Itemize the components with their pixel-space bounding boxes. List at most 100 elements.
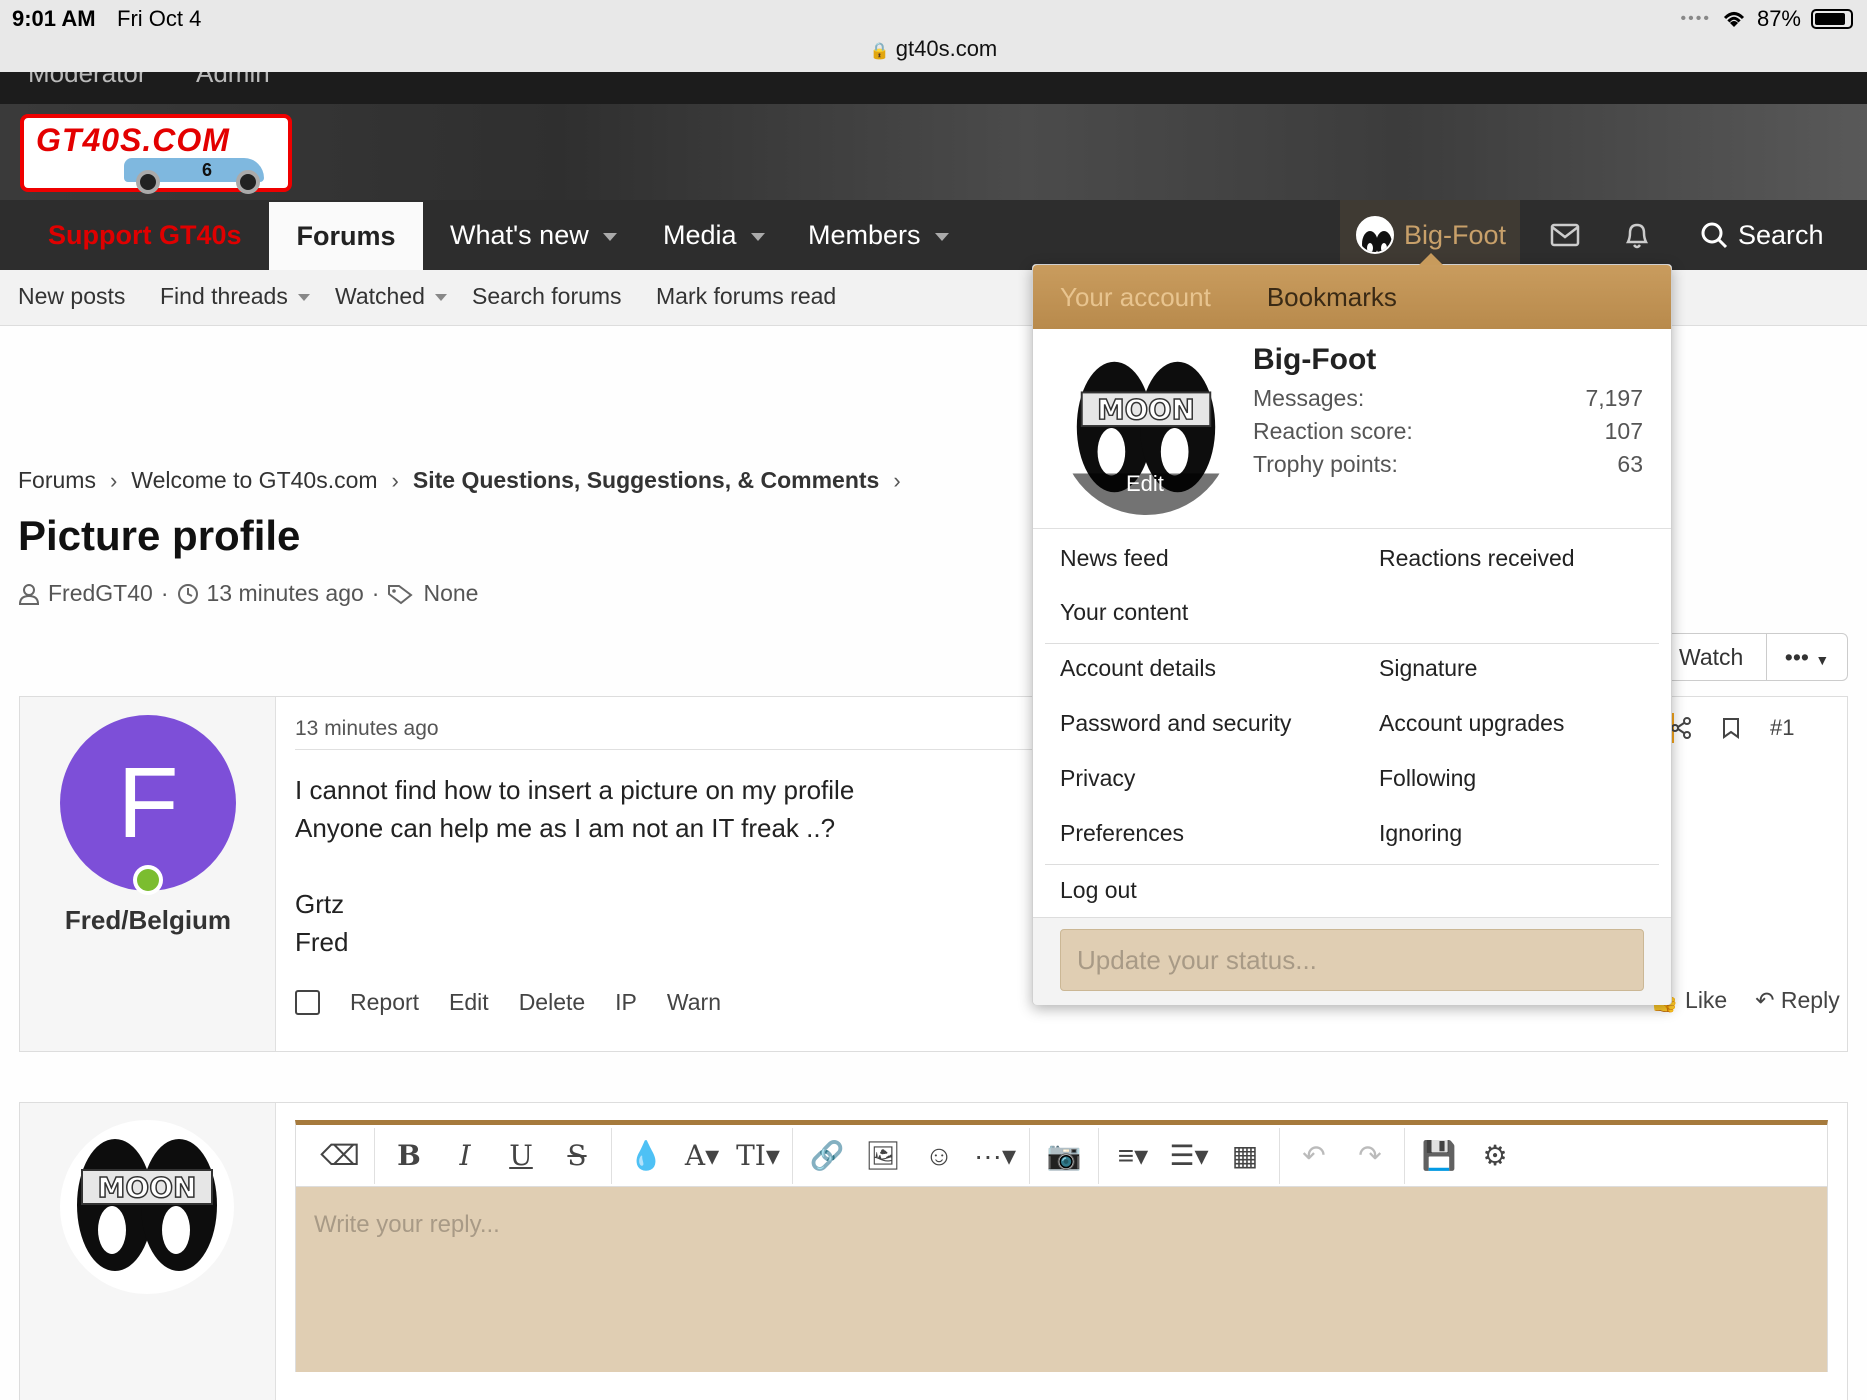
link-signature[interactable]: Signature	[1379, 655, 1477, 682]
status-right: •••• 87%	[1681, 6, 1853, 32]
breadcrumb-site-questions[interactable]: Site Questions, Suggestions, & Comments	[413, 467, 879, 494]
tab-your-account[interactable]: Your account	[1060, 282, 1211, 313]
camera-icon[interactable]: 📷	[1036, 1139, 1092, 1172]
link-privacy[interactable]: Privacy	[1060, 765, 1135, 792]
warn-link[interactable]: Warn	[667, 989, 721, 1016]
undo-icon[interactable]: ↶	[1286, 1139, 1342, 1172]
link-preferences[interactable]: Preferences	[1060, 820, 1184, 847]
thread-tags[interactable]: None	[423, 580, 478, 607]
share-icon[interactable]	[1670, 717, 1692, 739]
link-following[interactable]: Following	[1379, 765, 1476, 792]
post-footer-actions: 👍 Like ↶ Reply	[1650, 987, 1840, 1014]
rich-text-editor: ⌫ B I U S 💧 A▾ TI▾ 🔗 🖼 ☺ ···▾ 📷 ≡▾ ☰▾ ▦ …	[295, 1120, 1828, 1372]
post-username[interactable]: Fred/Belgium	[20, 905, 276, 936]
account-username[interactable]: Big-Foot	[1253, 343, 1376, 377]
avatar[interactable]: MOON	[60, 1120, 234, 1294]
breadcrumb-forums[interactable]: Forums	[18, 467, 96, 494]
bookmark-icon[interactable]	[1722, 717, 1740, 739]
font-family-icon[interactable]: A▾	[674, 1139, 730, 1172]
stat-reaction-value[interactable]: 107	[1605, 418, 1643, 445]
alerts-button[interactable]	[1602, 200, 1672, 270]
thread-more-button[interactable]: ••• ▼	[1766, 633, 1848, 681]
select-post-checkbox[interactable]	[295, 990, 320, 1015]
smiley-icon[interactable]: ☺	[911, 1140, 967, 1172]
chevron-down-icon[interactable]	[750, 232, 765, 241]
ip-link[interactable]: IP	[615, 989, 637, 1016]
divider	[1045, 864, 1659, 865]
chevron-down-icon[interactable]	[297, 294, 310, 302]
stat-trophy-value[interactable]: 63	[1617, 451, 1643, 478]
delete-link[interactable]: Delete	[519, 989, 585, 1016]
chevron-down-icon[interactable]	[934, 232, 949, 241]
color-drop-icon[interactable]: 💧	[618, 1139, 674, 1172]
eraser-icon[interactable]: ⌫	[312, 1139, 368, 1172]
more-options-icon[interactable]: ···▾	[967, 1139, 1023, 1172]
staff-moderator[interactable]: Moderator	[28, 72, 147, 89]
reply-arrow-icon: ↶	[1755, 987, 1775, 1013]
divider	[1279, 1127, 1280, 1184]
report-link[interactable]: Report	[350, 989, 419, 1016]
status-bar: 9:01 AM Fri Oct 4 •••• 87% 🔒 gt40s.com	[0, 0, 1867, 72]
link-your-content[interactable]: Your content	[1060, 599, 1188, 626]
link-password-security[interactable]: Password and security	[1060, 710, 1291, 737]
status-input[interactable]: Update your status...	[1060, 929, 1644, 991]
nav-support[interactable]: Support GT40s	[48, 200, 242, 270]
search-button[interactable]: Search	[1700, 200, 1824, 270]
post-date[interactable]: 13 minutes ago	[295, 717, 439, 741]
subnav-find-threads[interactable]: Find threads	[160, 283, 310, 310]
italic-icon[interactable]: I	[437, 1139, 493, 1172]
lock-icon: 🔒	[869, 43, 890, 60]
staff-admin[interactable]: Admin	[196, 72, 270, 89]
link-reactions-received[interactable]: Reactions received	[1379, 545, 1575, 572]
link-log-out[interactable]: Log out	[1060, 877, 1137, 904]
conversations-button[interactable]	[1530, 200, 1600, 270]
edit-link[interactable]: Edit	[449, 989, 489, 1016]
link-account-details[interactable]: Account details	[1060, 655, 1216, 682]
link-icon[interactable]: 🔗	[799, 1139, 855, 1172]
post-body: I cannot find how to insert a picture on…	[295, 775, 855, 957]
chevron-down-icon[interactable]	[434, 294, 447, 302]
chevron-right-icon: ›	[893, 467, 901, 493]
save-draft-icon[interactable]: 💾	[1411, 1139, 1467, 1172]
breadcrumb-welcome[interactable]: Welcome to GT40s.com	[131, 467, 377, 494]
editor-toolbar: ⌫ B I U S 💧 A▾ TI▾ 🔗 🖼 ☺ ···▾ 📷 ≡▾ ☰▾ ▦ …	[296, 1125, 1827, 1187]
table-icon[interactable]: ▦	[1217, 1139, 1273, 1172]
subnav-mark-read[interactable]: Mark forums read	[656, 283, 836, 310]
link-ignoring[interactable]: Ignoring	[1379, 820, 1462, 847]
image-icon[interactable]: 🖼	[855, 1139, 911, 1172]
link-account-upgrades[interactable]: Account upgrades	[1379, 710, 1564, 737]
chevron-down-icon[interactable]	[602, 232, 617, 241]
avatar[interactable]: MOON Edit	[1060, 343, 1232, 515]
thread-author[interactable]: FredGT40	[48, 580, 153, 607]
underline-icon[interactable]: U	[493, 1139, 549, 1172]
search-label: Search	[1738, 220, 1824, 250]
avatar-edit-link[interactable]: Edit	[1126, 471, 1164, 497]
align-icon[interactable]: ≡▾	[1105, 1139, 1161, 1172]
nav-whats-new[interactable]: What's new	[450, 200, 617, 270]
reply-button[interactable]: ↶ Reply	[1755, 987, 1839, 1014]
nav-media[interactable]: Media	[663, 200, 765, 270]
account-profile: MOON Edit Big-Foot Messages: 7,197 React…	[1033, 329, 1671, 529]
post-number[interactable]: #1	[1770, 715, 1794, 741]
bold-icon[interactable]: B	[381, 1139, 437, 1172]
gear-icon[interactable]: ⚙	[1467, 1139, 1523, 1172]
site-logo[interactable]: GT40S.COM 6	[20, 114, 292, 194]
subnav-search-forums[interactable]: Search forums	[472, 283, 622, 310]
wifi-icon	[1723, 12, 1745, 27]
strikethrough-icon[interactable]: S	[549, 1139, 605, 1172]
reply-textarea[interactable]: Write your reply...	[296, 1187, 1827, 1372]
address-bar[interactable]: 🔒 gt40s.com	[0, 36, 1867, 62]
link-news-feed[interactable]: News feed	[1060, 545, 1169, 572]
divider	[1045, 643, 1659, 644]
thread-time[interactable]: 13 minutes ago	[207, 580, 364, 607]
stat-messages-value[interactable]: 7,197	[1585, 385, 1643, 412]
subnav-watched[interactable]: Watched	[335, 283, 447, 310]
watch-button[interactable]: Watch	[1660, 633, 1766, 681]
tab-bookmarks[interactable]: Bookmarks	[1267, 282, 1397, 313]
nav-forums[interactable]: Forums	[269, 202, 423, 270]
list-icon[interactable]: ☰▾	[1161, 1139, 1217, 1172]
redo-icon[interactable]: ↷	[1342, 1139, 1398, 1172]
nav-members[interactable]: Members	[808, 200, 949, 270]
subnav-new-posts[interactable]: New posts	[18, 283, 125, 310]
font-size-icon[interactable]: TI▾	[730, 1139, 786, 1172]
